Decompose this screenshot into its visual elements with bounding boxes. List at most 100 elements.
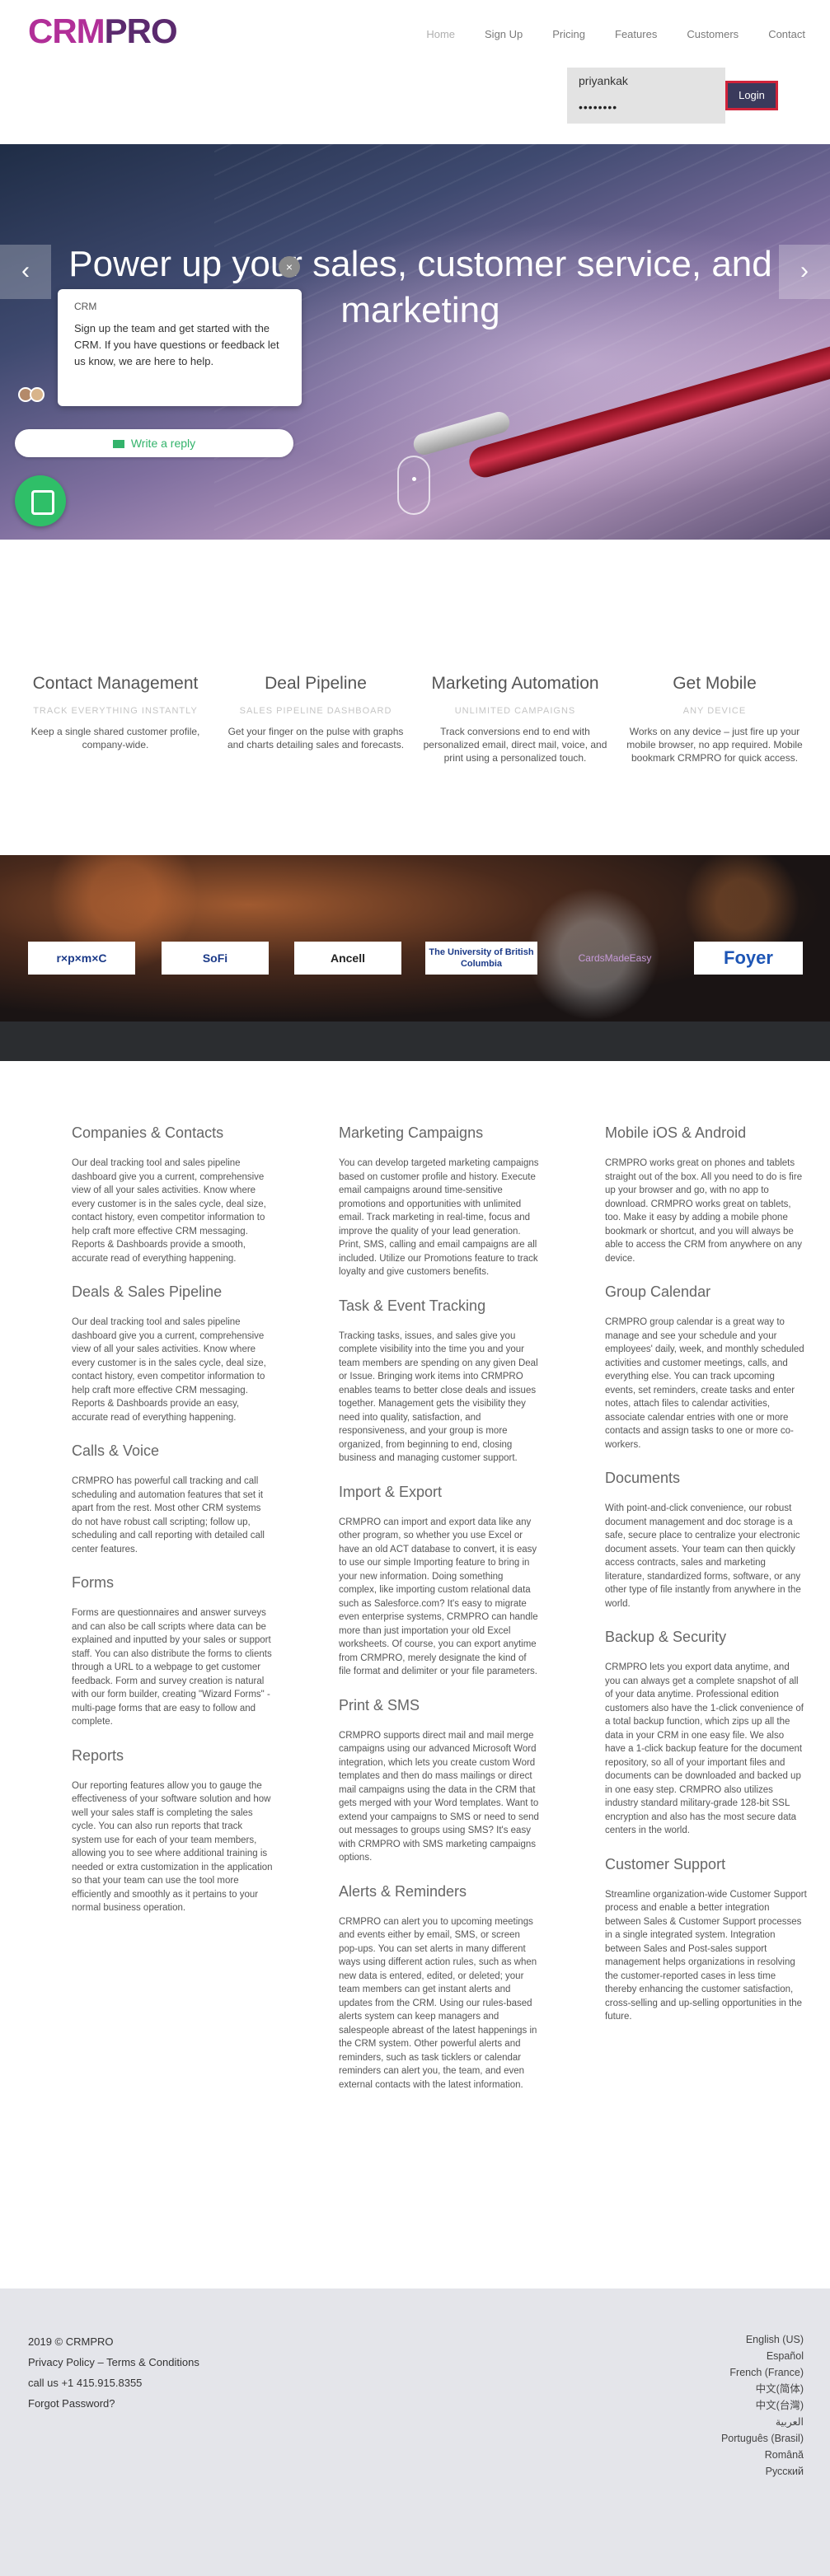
phone-number[interactable]: call us +1 415.915.8355 [28, 2373, 199, 2393]
language-option[interactable]: العربية [721, 2414, 804, 2430]
divider-bar [0, 1022, 830, 1061]
nav-customers[interactable]: Customers [687, 28, 739, 40]
customer-logos-band: r×p×m×C SoFi Ancell The University of Br… [0, 855, 830, 1022]
section-text: Our deal tracking tool and sales pipelin… [72, 1317, 266, 1423]
envelope-icon [112, 440, 124, 449]
feature-get-mobile: Get Mobile ANY DEVICE Works on any devic… [620, 674, 809, 764]
section-title: Alerts & Reminders [339, 1882, 467, 1900]
customer-logo: SoFi [162, 942, 269, 975]
feature-marketing-automation: Marketing Automation UNLIMITED CAMPAIGNS… [420, 674, 610, 764]
feature-title: Get Mobile [673, 674, 757, 693]
chat-launcher-icon[interactable] [15, 475, 66, 526]
customer-logo: r×p×m×C [28, 942, 135, 975]
section-text: CRMPRO has powerful call tracking and ca… [72, 1476, 265, 1554]
feature-subtitle: ANY DEVICE [682, 706, 747, 716]
section-title: Backup & Security [605, 1629, 727, 1645]
privacy-policy-link[interactable]: Privacy Policy [28, 2356, 95, 2368]
section-text: CRMPRO group calendar is a great way to … [605, 1317, 804, 1450]
password-field[interactable]: •••••••• [579, 101, 617, 114]
language-option[interactable]: Português (Brasil) [721, 2430, 804, 2447]
language-option[interactable]: English (US) [721, 2331, 804, 2348]
logo-pro: PRO [104, 12, 178, 50]
main-nav: Home Sign Up Pricing Features Customers … [396, 28, 805, 40]
language-option[interactable]: 中文(台灣) [721, 2397, 804, 2414]
feature-text: Works on any device – just fire up your … [626, 726, 803, 764]
header: CRMPRO Home Sign Up Pricing Features Cus… [0, 0, 830, 144]
section-title: Documents [605, 1470, 681, 1486]
customer-logo: Foyer [694, 942, 803, 975]
customer-logo: The University of British Columbia [425, 942, 537, 975]
customer-logo: CardsMadeEasy [578, 952, 652, 964]
language-option[interactable]: Română [721, 2447, 804, 2463]
customer-logo: Ancell [294, 942, 401, 975]
section-title: Task & Event Tracking [339, 1297, 486, 1314]
feature-text: Track conversions end to end with person… [423, 726, 607, 764]
section-title: Calls & Voice [72, 1442, 160, 1459]
section-title: Customer Support [605, 1855, 726, 1872]
section-text: Our deal tracking tool and sales pipelin… [72, 1158, 266, 1264]
chat-close-button[interactable]: × [279, 256, 300, 278]
section-text: CRMPRO works great on phones and tablets… [605, 1158, 803, 1264]
footer: 2019 © CRMPRO Privacy Policy – Terms & C… [0, 2288, 830, 2576]
section-title: Forms [72, 1574, 114, 1591]
chat-avatars [18, 387, 48, 404]
hero-background [214, 144, 830, 540]
chat-reply-button[interactable]: Write a reply [15, 429, 293, 457]
section-text: Our reporting features allow you to gaug… [72, 1780, 273, 1914]
section-text: Streamline organization-wide Customer Su… [605, 1889, 807, 2022]
section-title: Companies & Contacts [72, 1124, 224, 1141]
section-text: CRMPRO can alert you to upcoming meeting… [339, 1916, 537, 2090]
login-form: priyankak •••••••• [567, 68, 725, 124]
feature-subtitle: UNLIMITED CAMPAIGNS [454, 706, 576, 716]
language-option[interactable]: Русский [721, 2463, 804, 2480]
feature-subtitle: SALES PIPELINE DASHBOARD [239, 706, 392, 716]
feature-column-2: Marketing Campaigns You can develop targ… [339, 1124, 541, 2110]
feature-contact-management: Contact Management TRACK EVERYTHING INST… [21, 674, 210, 751]
feature-title: Contact Management [32, 674, 199, 693]
feature-text: Get your finger on the pulse with graphs… [227, 726, 405, 750]
login-button[interactable]: Login [725, 81, 778, 110]
chat-sender: CRM [74, 301, 97, 312]
feature-column-3: Mobile iOS & Android CRMPRO works great … [605, 1124, 807, 2042]
nav-pricing[interactable]: Pricing [552, 28, 585, 40]
username-field[interactable]: priyankak [579, 74, 628, 87]
chat-reply-label: Write a reply [130, 437, 196, 450]
avatar [30, 387, 45, 402]
legal-links: Privacy Policy – Terms & Conditions [28, 2352, 199, 2373]
section-text: CRMPRO lets you export data anytime, and… [605, 1662, 804, 1835]
language-list: English (US) Español French (France) 中文(… [721, 2331, 804, 2480]
copyright: 2019 © CRMPRO [28, 2335, 114, 2348]
logo[interactable]: CRMPRO [28, 12, 178, 51]
slider-prev-button[interactable]: ‹ [0, 245, 51, 299]
terms-link[interactable]: Terms & Conditions [106, 2356, 199, 2368]
nav-contact[interactable]: Contact [768, 28, 805, 40]
feature-title: Marketing Automation [431, 674, 599, 693]
section-title: Reports [72, 1746, 124, 1764]
feature-deal-pipeline: Deal Pipeline SALES PIPELINE DASHBOARD G… [221, 674, 410, 751]
feature-title: Deal Pipeline [265, 674, 367, 693]
slider-next-button[interactable]: › [779, 245, 830, 299]
features-section: Contact Management TRACK EVERYTHING INST… [0, 540, 830, 855]
chat-message-card[interactable]: CRM Sign up the team and get started wit… [58, 289, 302, 406]
section-text: With point-and-click convenience, our ro… [605, 1503, 801, 1609]
language-option[interactable]: 中文(简体) [721, 2381, 804, 2397]
nav-home[interactable]: Home [426, 28, 455, 40]
forgot-password-link[interactable]: Forgot Password? [28, 2393, 199, 2414]
band-background [0, 855, 830, 1022]
section-text: CRMPRO can import and export data like a… [339, 1517, 538, 1677]
scroll-down-icon[interactable] [397, 456, 430, 515]
nav-features[interactable]: Features [615, 28, 657, 40]
section-text: Tracking tasks, issues, and sales give y… [339, 1330, 538, 1464]
feature-column-1: Companies & Contacts Our deal tracking t… [72, 1124, 274, 1933]
section-text: You can develop targeted marketing campa… [339, 1158, 539, 1277]
nav-signup[interactable]: Sign Up [485, 28, 523, 40]
section-title: Group Calendar [605, 1283, 711, 1300]
feature-text: Keep a single shared customer profile, c… [30, 726, 200, 750]
feature-subtitle: TRACK EVERYTHING INSTANTLY [33, 706, 198, 716]
link-separator: – [94, 2356, 107, 2368]
language-option[interactable]: French (France) [721, 2364, 804, 2381]
section-text: CRMPRO supports direct mail and mail mer… [339, 1730, 539, 1863]
language-option[interactable]: Español [721, 2348, 804, 2364]
section-title: Mobile iOS & Android [605, 1124, 747, 1141]
footer-links: 2019 © CRMPRO Privacy Policy – Terms & C… [28, 2331, 199, 2414]
